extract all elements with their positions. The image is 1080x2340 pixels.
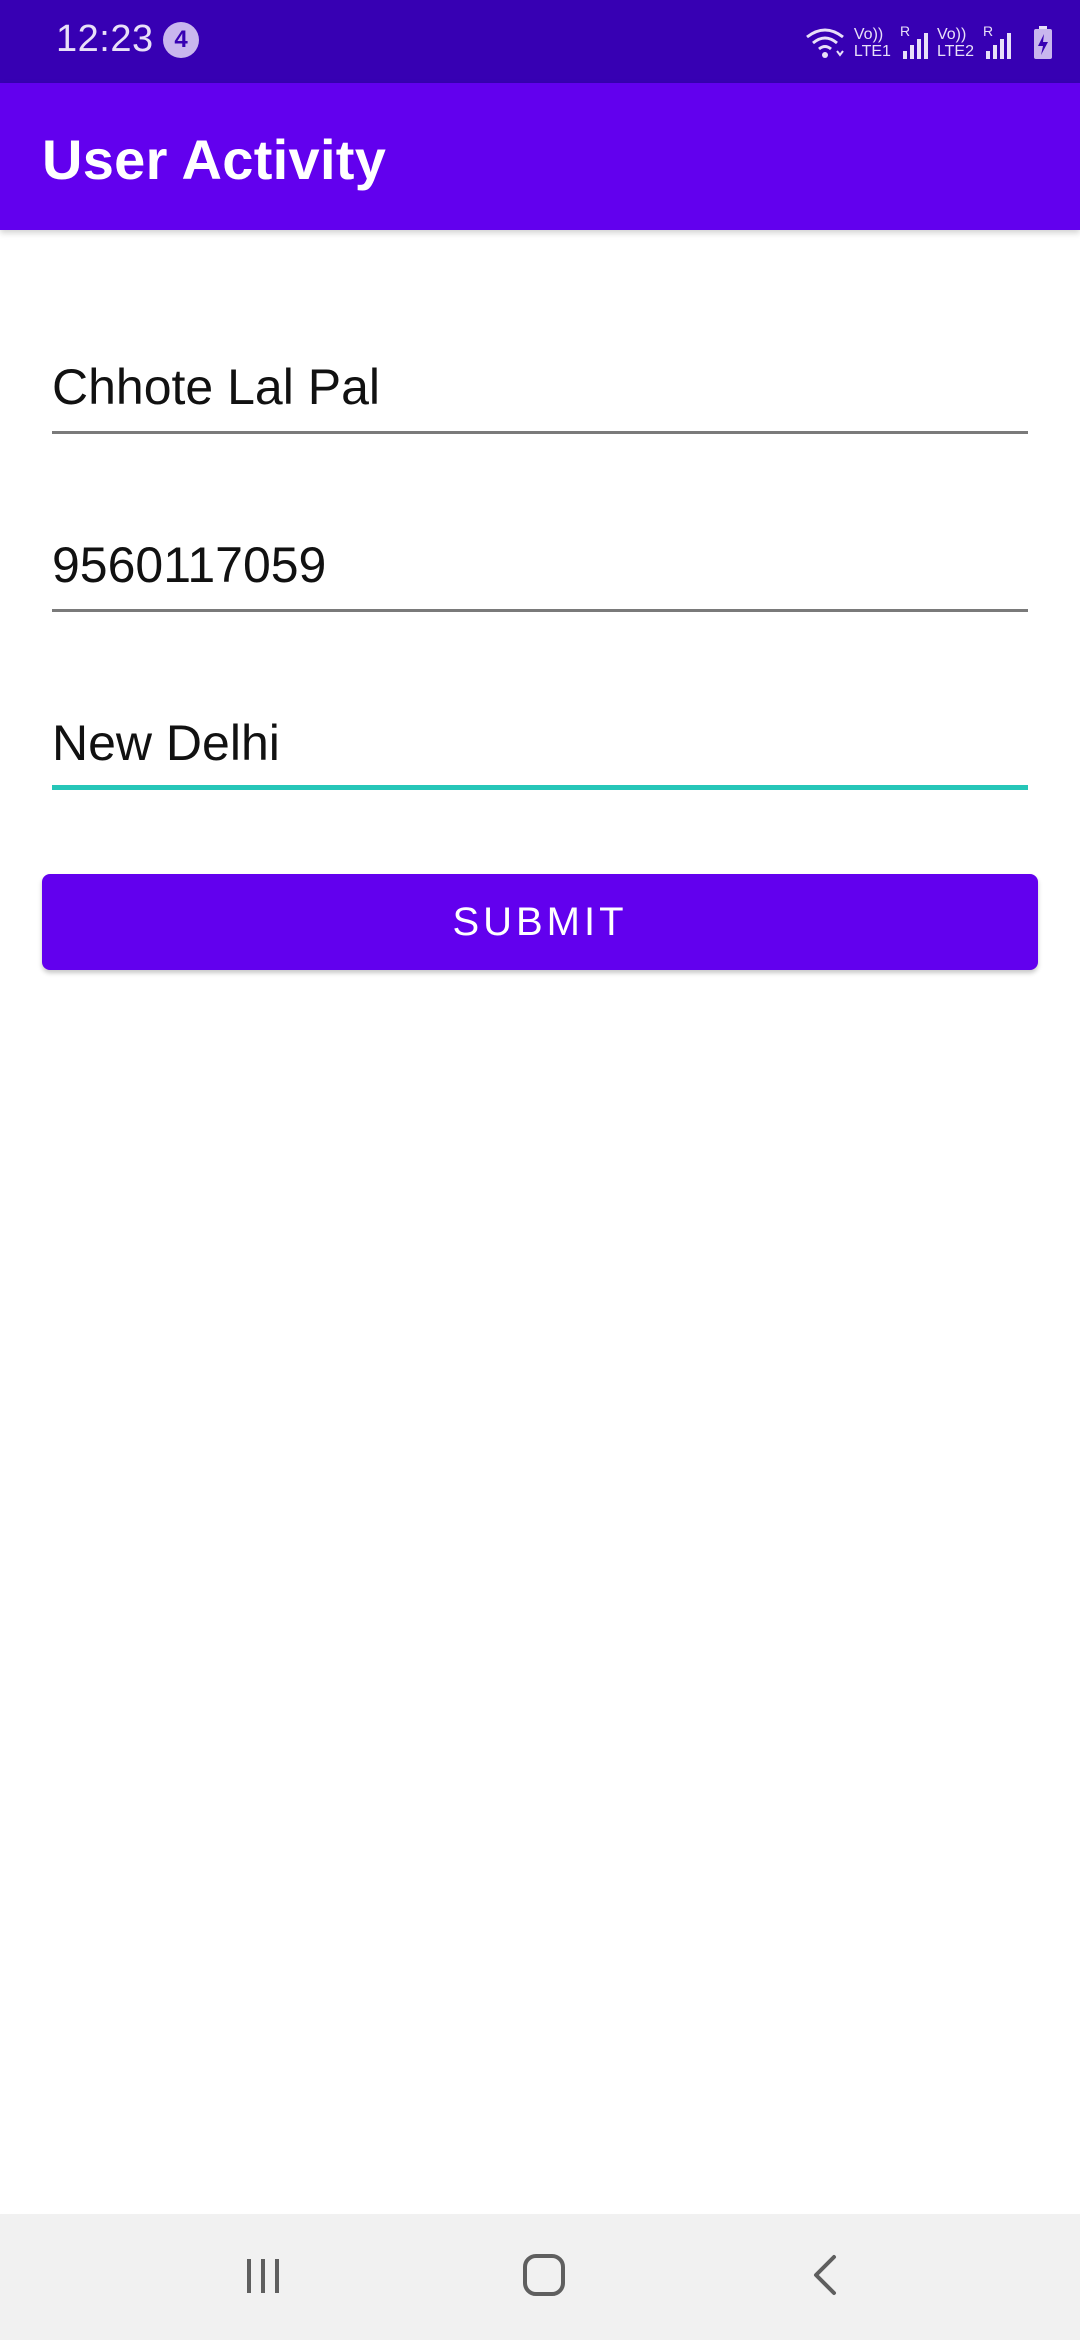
submit-button[interactable]: SUBMIT — [42, 874, 1038, 970]
city-field-underline — [52, 785, 1028, 790]
sim2-volte-label: Vo)) — [936, 26, 967, 43]
phone-field-container — [52, 522, 1028, 612]
screen: 12:23 4 Vo)) LTE1 R Vo)) LTE2 R User Act… — [0, 0, 1080, 2340]
notification-count-badge: 4 — [163, 22, 199, 58]
recents-button[interactable] — [218, 2242, 308, 2312]
city-input[interactable] — [52, 700, 1028, 786]
signal-icon: R — [899, 25, 929, 61]
navigation-bar — [0, 2214, 1080, 2340]
home-icon — [520, 2251, 568, 2304]
back-icon — [804, 2251, 848, 2304]
city-field-container — [52, 700, 1028, 790]
sim1-lte-label: LTE1 — [853, 43, 891, 60]
name-input[interactable] — [52, 344, 1028, 430]
battery-charging-icon — [1032, 25, 1054, 61]
svg-text:R: R — [900, 25, 910, 39]
recents-icon — [241, 2253, 285, 2302]
sim1-volte-label: Vo)) — [853, 26, 884, 43]
sim1-network-label: Vo)) LTE1 — [854, 26, 891, 60]
status-time: 12:23 — [56, 18, 154, 60]
phone-field-underline — [52, 609, 1028, 612]
phone-input[interactable] — [52, 522, 1028, 608]
page-title: User Activity — [42, 128, 387, 191]
name-field-container — [52, 344, 1028, 434]
svg-text:R: R — [983, 25, 993, 39]
signal-icon: R — [982, 25, 1012, 61]
status-bar: 12:23 4 Vo)) LTE1 R Vo)) LTE2 R — [0, 0, 1080, 83]
back-button[interactable] — [781, 2242, 871, 2312]
name-field-underline — [52, 431, 1028, 434]
wifi-icon — [804, 25, 846, 61]
sim2-network-label: Vo)) LTE2 — [937, 26, 974, 60]
home-button[interactable] — [499, 2242, 589, 2312]
sim2-lte-label: LTE2 — [936, 43, 974, 60]
status-icons: Vo)) LTE1 R Vo)) LTE2 R — [804, 20, 1054, 66]
app-bar: User Activity — [0, 83, 1080, 230]
